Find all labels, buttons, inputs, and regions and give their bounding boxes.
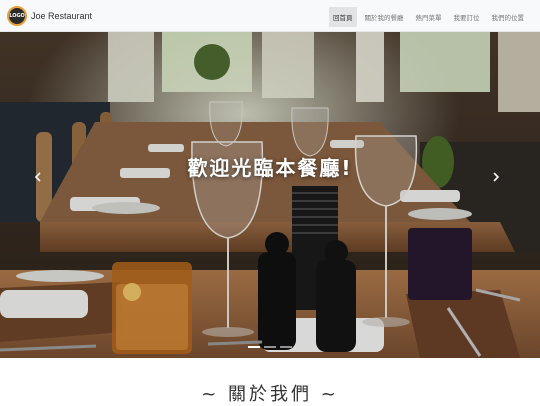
hero-carousel: 歡迎光臨本餐廳! — [0, 32, 540, 358]
carousel-indicator[interactable] — [248, 346, 260, 348]
nav-item-location[interactable]: 我們的位置 — [488, 7, 529, 27]
carousel-indicators — [0, 346, 540, 348]
nav-item-about[interactable]: 關於我的餐廳 — [361, 7, 408, 27]
carousel-indicator[interactable] — [264, 346, 276, 348]
brand[interactable]: LOGO Joe Restaurant — [7, 6, 92, 26]
logo-icon: LOGO — [7, 6, 27, 26]
nav-item-reservation[interactable]: 我要訂位 — [450, 7, 484, 27]
chevron-right-icon[interactable] — [492, 172, 506, 186]
chevron-left-glyph — [34, 172, 41, 182]
nav-item-menu[interactable]: 熱門菜單 — [412, 7, 446, 27]
chevron-right-glyph — [493, 172, 500, 182]
chevron-left-icon[interactable] — [34, 172, 48, 186]
hero-caption: 歡迎光臨本餐廳! — [187, 156, 353, 180]
nav-menu: 回首頁 關於我的餐廳 熱門菜單 我要訂位 我們的位置 — [329, 7, 528, 27]
hero-image — [0, 32, 540, 358]
about-heading: ~ 關於我們 ~ — [201, 384, 339, 405]
navbar: LOGO Joe Restaurant 回首頁 關於我的餐廳 熱門菜單 我要訂位… — [0, 0, 540, 32]
brand-name: Joe Restaurant — [31, 11, 93, 21]
nav-item-home[interactable]: 回首頁 — [329, 7, 357, 27]
carousel-indicator[interactable] — [280, 346, 292, 348]
